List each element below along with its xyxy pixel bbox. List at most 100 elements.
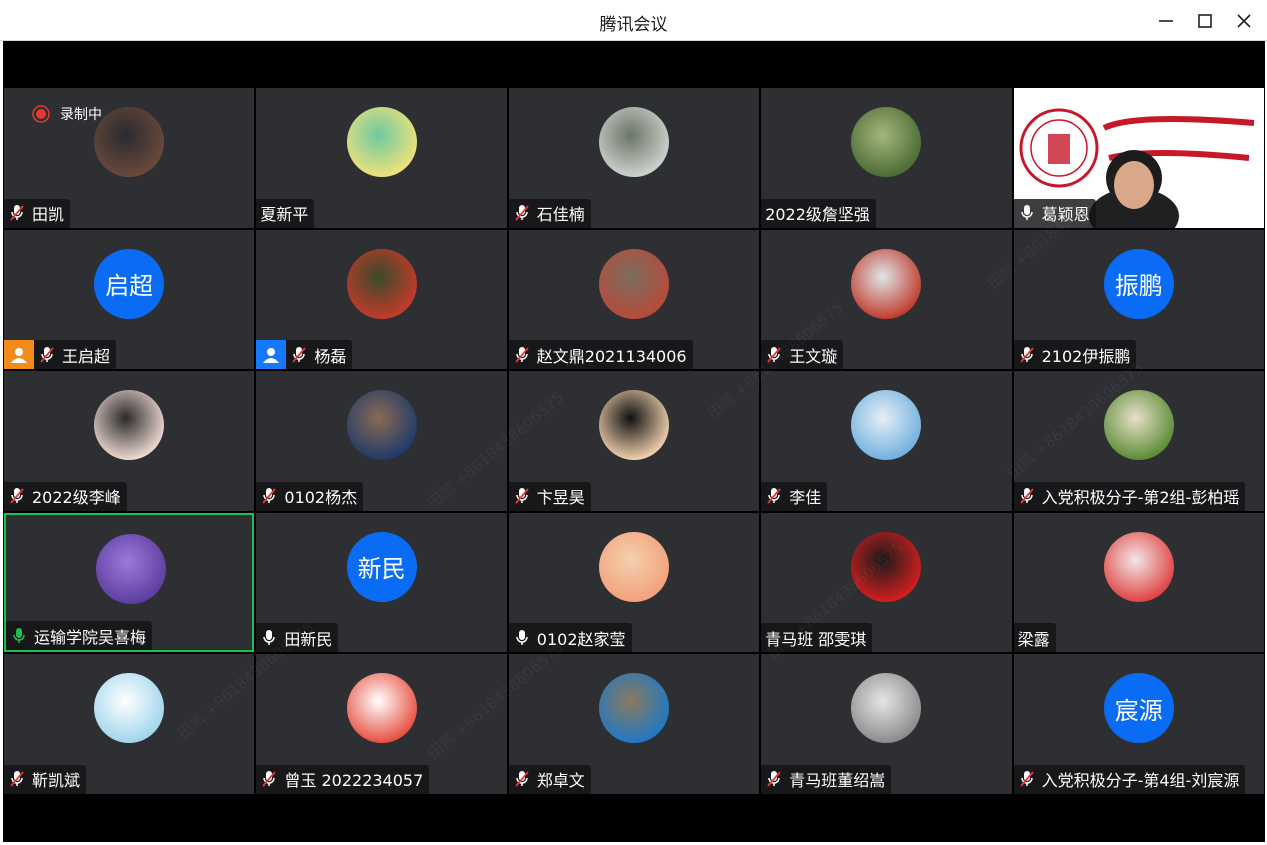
participant-tile[interactable]: 新民田新民 bbox=[256, 512, 507, 653]
record-icon bbox=[32, 105, 50, 123]
participant-name: 青马班 邵雯琪 bbox=[765, 629, 867, 649]
mic-muted-icon bbox=[6, 765, 28, 794]
participant-tile[interactable]: 0102杨杰 bbox=[256, 371, 507, 511]
basketball-player-photo-icon bbox=[346, 390, 417, 461]
participant-tile[interactable]: 青马班 邵雯琪 bbox=[761, 512, 1012, 653]
name-plate: 曾玉 2022234057 bbox=[256, 764, 430, 794]
participant-name: 曾玉 2022234057 bbox=[284, 771, 424, 791]
participant-name: 青马班董绍嵩 bbox=[789, 771, 886, 791]
mic-muted-icon bbox=[763, 765, 785, 794]
minimize-button[interactable] bbox=[1151, 6, 1181, 36]
participant-name: 2022级詹坚强 bbox=[765, 205, 870, 225]
participant-tile[interactable]: 李佳 bbox=[761, 371, 1012, 511]
participant-tile[interactable]: 2022级李峰 bbox=[4, 371, 255, 511]
participant-tile[interactable]: 赵文鼎2021134006 bbox=[508, 229, 760, 370]
participant-name: 入党积极分子-第4组-刘宸源 bbox=[1041, 771, 1240, 791]
participant-tile[interactable]: 振鹏 2102伊振鹏 bbox=[1013, 229, 1264, 370]
kid-red-hat-photo-icon bbox=[851, 248, 922, 319]
close-button[interactable] bbox=[1229, 6, 1259, 36]
mic-muted-icon bbox=[6, 482, 28, 511]
name-plate: 运输学院吴喜梅 bbox=[6, 621, 153, 651]
name-plate: 李佳 bbox=[761, 481, 828, 511]
mic-muted-icon bbox=[763, 482, 785, 511]
participant-tile[interactable]: 梁露 bbox=[1013, 512, 1264, 653]
name-plate: 入党积极分子-第4组-刘宸源 bbox=[1013, 764, 1246, 794]
mic-muted-icon bbox=[6, 199, 28, 228]
red-dress-photo-icon bbox=[851, 531, 922, 602]
host-badge-icon bbox=[4, 340, 34, 370]
participant-name: 夏新平 bbox=[260, 205, 309, 225]
recording-label: 录制中 bbox=[60, 107, 102, 123]
name-plate: 0102赵家莹 bbox=[508, 623, 632, 653]
participant-tile[interactable]: 2022级詹坚强 bbox=[761, 88, 1012, 228]
participant-name: 入党积极分子-第2组-彭柏瑶 bbox=[1041, 488, 1240, 508]
boy-sky-photo-icon bbox=[851, 390, 922, 461]
participant-name: 李佳 bbox=[789, 488, 822, 508]
participant-tile[interactable]: 靳凯斌 bbox=[4, 654, 255, 794]
mic-icon bbox=[1016, 199, 1038, 228]
participant-name: 2102伊振鹏 bbox=[1041, 346, 1131, 366]
name-plate: 青马班 邵雯琪 bbox=[761, 623, 873, 653]
cartoon-bear-icon bbox=[346, 673, 417, 744]
name-plate: 杨磊 bbox=[256, 340, 353, 370]
participant-tile[interactable]: 郑卓文 bbox=[508, 654, 760, 794]
name-plate: 入党积极分子-第2组-彭柏瑶 bbox=[1013, 481, 1246, 511]
participant-name: 运输学院吴喜梅 bbox=[34, 627, 147, 647]
avatar: 振鹏 bbox=[1103, 248, 1174, 319]
participant-tile[interactable]: 王文璇 bbox=[761, 229, 1012, 370]
name-plate: 王启超 bbox=[4, 340, 117, 370]
participant-name: 2022级李峰 bbox=[32, 488, 121, 508]
mic-muted-icon bbox=[258, 482, 280, 511]
participant-tile[interactable]: 葛颖恩 bbox=[1013, 88, 1264, 228]
mic-muted-icon bbox=[763, 340, 785, 369]
participant-tile[interactable]: 启超 王启超 bbox=[4, 229, 255, 370]
participant-name: 葛颖恩 bbox=[1041, 205, 1090, 225]
participant-tile[interactable]: 0102赵家莹 bbox=[508, 512, 760, 653]
avatar: 新民 bbox=[346, 531, 417, 602]
name-plate: 靳凯斌 bbox=[4, 764, 87, 794]
participant-name: 王启超 bbox=[62, 346, 111, 366]
participant-name: 梁露 bbox=[1017, 629, 1050, 649]
participant-name: 田凯 bbox=[32, 205, 65, 225]
participant-name: 0102赵家莹 bbox=[536, 629, 626, 649]
participant-name: 田新民 bbox=[284, 629, 333, 649]
peach-face-art-icon bbox=[598, 531, 669, 602]
participant-tile[interactable]: 运输学院吴喜梅 bbox=[4, 512, 255, 653]
minimize-icon bbox=[1159, 20, 1173, 22]
mic-icon bbox=[258, 623, 280, 652]
participant-tile[interactable]: 石佳楠 bbox=[508, 88, 760, 228]
name-plate: 卞昱昊 bbox=[508, 481, 591, 511]
close-icon bbox=[1237, 14, 1251, 28]
participant-name: 郑卓文 bbox=[536, 771, 585, 791]
red-car-photo-icon bbox=[598, 248, 669, 319]
participant-tile[interactable]: 卞昱昊 bbox=[508, 371, 760, 511]
recording-indicator: 录制中 bbox=[32, 104, 102, 124]
participant-tile[interactable]: 杨磊 bbox=[256, 229, 507, 370]
participant-name: 0102杨杰 bbox=[284, 488, 358, 508]
cohost-badge-icon bbox=[256, 340, 287, 370]
anime-girl-grey-icon bbox=[851, 673, 922, 744]
mic-muted-icon bbox=[511, 199, 533, 228]
mic-muted-icon bbox=[258, 765, 280, 794]
participant-tile[interactable]: 夏新平 bbox=[256, 88, 507, 228]
white-rabbit-photo-icon bbox=[598, 107, 669, 177]
alpaca-photo-icon bbox=[1103, 390, 1174, 461]
name-plate: 2022级詹坚强 bbox=[761, 198, 876, 228]
participant-name: 石佳楠 bbox=[536, 205, 585, 225]
participant-tile[interactable]: 宸源 入党积极分子-第4组-刘宸源 bbox=[1013, 654, 1264, 794]
name-plate: 梁露 bbox=[1013, 623, 1056, 653]
forest-photo-icon bbox=[851, 107, 922, 177]
participant-tile[interactable]: 曾玉 2022234057 bbox=[256, 654, 507, 794]
mic-muted-icon bbox=[1016, 765, 1038, 794]
mic-muted-icon bbox=[511, 340, 533, 369]
name-plate: 王文璇 bbox=[761, 340, 844, 370]
mic-muted-icon bbox=[288, 340, 310, 369]
maximize-button[interactable] bbox=[1190, 6, 1220, 36]
child-photo-icon bbox=[346, 248, 417, 319]
video-area: 录制中 田凯 夏新平 石佳楠 2022级詹坚强 葛颖恩 启超 王启超 杨磊 赵文鼎20211340… bbox=[3, 41, 1265, 842]
participant-tile[interactable]: 入党积极分子-第2组-彭柏瑶 bbox=[1013, 371, 1264, 511]
participant-name: 赵文鼎2021134006 bbox=[536, 346, 687, 366]
participant-tile[interactable]: 青马班董绍嵩 bbox=[761, 654, 1012, 794]
name-plate: 石佳楠 bbox=[508, 198, 591, 228]
participant-tile[interactable]: 录制中田凯 bbox=[4, 88, 255, 228]
